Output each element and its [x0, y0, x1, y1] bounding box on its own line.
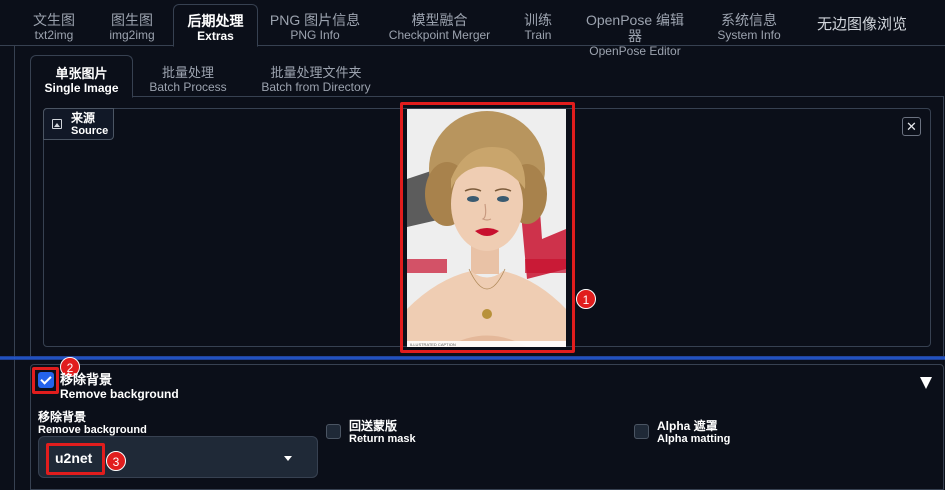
- tab-label-en: Single Image: [44, 81, 119, 95]
- annotation-badge-1: 1: [576, 289, 596, 309]
- return-mask-checkbox[interactable]: [326, 424, 341, 439]
- tab-txt2img[interactable]: 文生图 txt2img: [24, 4, 84, 46]
- chevron-down-icon: [284, 456, 292, 461]
- panel-divider: [0, 356, 945, 360]
- tab-label-zh: 图生图: [111, 12, 153, 28]
- tab-label-zh: 模型融合: [411, 12, 468, 28]
- highlight-box-image: [400, 102, 575, 353]
- clear-image-button[interactable]: ✕: [902, 117, 921, 136]
- top-tab-bar: 文生图 txt2img 图生图 img2img 后期处理 Extras PNG …: [0, 0, 945, 58]
- highlight-box-checkbox: [32, 367, 59, 394]
- tab-label-zh: 训练: [524, 12, 552, 28]
- tab-label-zh: 文生图: [33, 12, 75, 28]
- tab-label-en: Batch from Directory: [261, 80, 371, 94]
- tab-png-info[interactable]: PNG 图片信息 PNG Info: [268, 4, 362, 46]
- tab-label-en: System Info: [717, 28, 781, 42]
- remove-background-title-en: Remove background: [60, 387, 179, 401]
- highlight-box-select: [46, 443, 105, 475]
- tab-label-en: txt2img: [34, 28, 74, 42]
- return-mask-label-zh: 回送蒙版: [349, 419, 398, 433]
- tab-label-zh: 无边图像浏览: [816, 16, 907, 33]
- collapse-triangle-icon[interactable]: [920, 377, 932, 389]
- tab-label-en: Extras: [197, 29, 234, 43]
- tab-extras[interactable]: 后期处理 Extras: [173, 4, 258, 47]
- tab-label-zh: OpenPose 编辑器: [585, 12, 685, 44]
- tab-label-zh: 后期处理: [187, 13, 244, 29]
- tab-label-en: Checkpoint Merger: [388, 28, 491, 42]
- tab-label-en: img2img: [109, 28, 155, 42]
- tab-label-zh: 批量处理: [161, 65, 214, 80]
- tab-label-zh: 批量处理文件夹: [270, 65, 362, 80]
- source-label: 来源 Source: [43, 108, 114, 140]
- source-label-en: Source: [71, 125, 109, 137]
- tab-label-en: Batch Process: [149, 80, 227, 94]
- tab-label-en: Train: [524, 28, 552, 42]
- tab-batch-process[interactable]: 批量处理 Batch Process: [142, 55, 234, 97]
- alpha-matting-label-zh: Alpha 遮罩: [657, 419, 718, 433]
- sub-tab-bar: 单张图片 Single Image 批量处理 Batch Process 批量处…: [30, 55, 944, 98]
- tab-single-image[interactable]: 单张图片 Single Image: [30, 55, 133, 98]
- alpha-matting-checkbox[interactable]: [634, 424, 649, 439]
- return-mask-label-en: Return mask: [349, 433, 416, 445]
- tab-train[interactable]: 训练 Train: [515, 4, 561, 46]
- tab-img2img[interactable]: 图生图 img2img: [100, 4, 164, 46]
- image-icon: [52, 119, 62, 129]
- tab-checkpoint-merger[interactable]: 模型融合 Checkpoint Merger: [382, 4, 497, 46]
- tab-infinite-image-browsing[interactable]: 无边图像浏览: [806, 4, 918, 46]
- source-label-zh: 来源: [71, 111, 96, 125]
- model-label-zh: 移除背景: [38, 410, 87, 424]
- tab-openpose-editor[interactable]: OpenPose 编辑器 OpenPose Editor: [580, 4, 690, 58]
- tab-label-zh: 单张图片: [55, 66, 108, 81]
- tab-label-zh: PNG 图片信息: [269, 12, 361, 28]
- tab-batch-from-directory[interactable]: 批量处理文件夹 Batch from Directory: [252, 55, 380, 97]
- tab-label-zh: 系统信息: [721, 12, 777, 28]
- remove-background-title-zh: 移除背景: [60, 372, 113, 387]
- tab-system-info[interactable]: 系统信息 System Info: [710, 4, 788, 46]
- close-icon: ✕: [906, 119, 917, 134]
- tab-label-en: PNG Info: [290, 28, 340, 42]
- annotation-badge-3: 3: [106, 451, 126, 471]
- alpha-matting-label-en: Alpha matting: [657, 433, 731, 445]
